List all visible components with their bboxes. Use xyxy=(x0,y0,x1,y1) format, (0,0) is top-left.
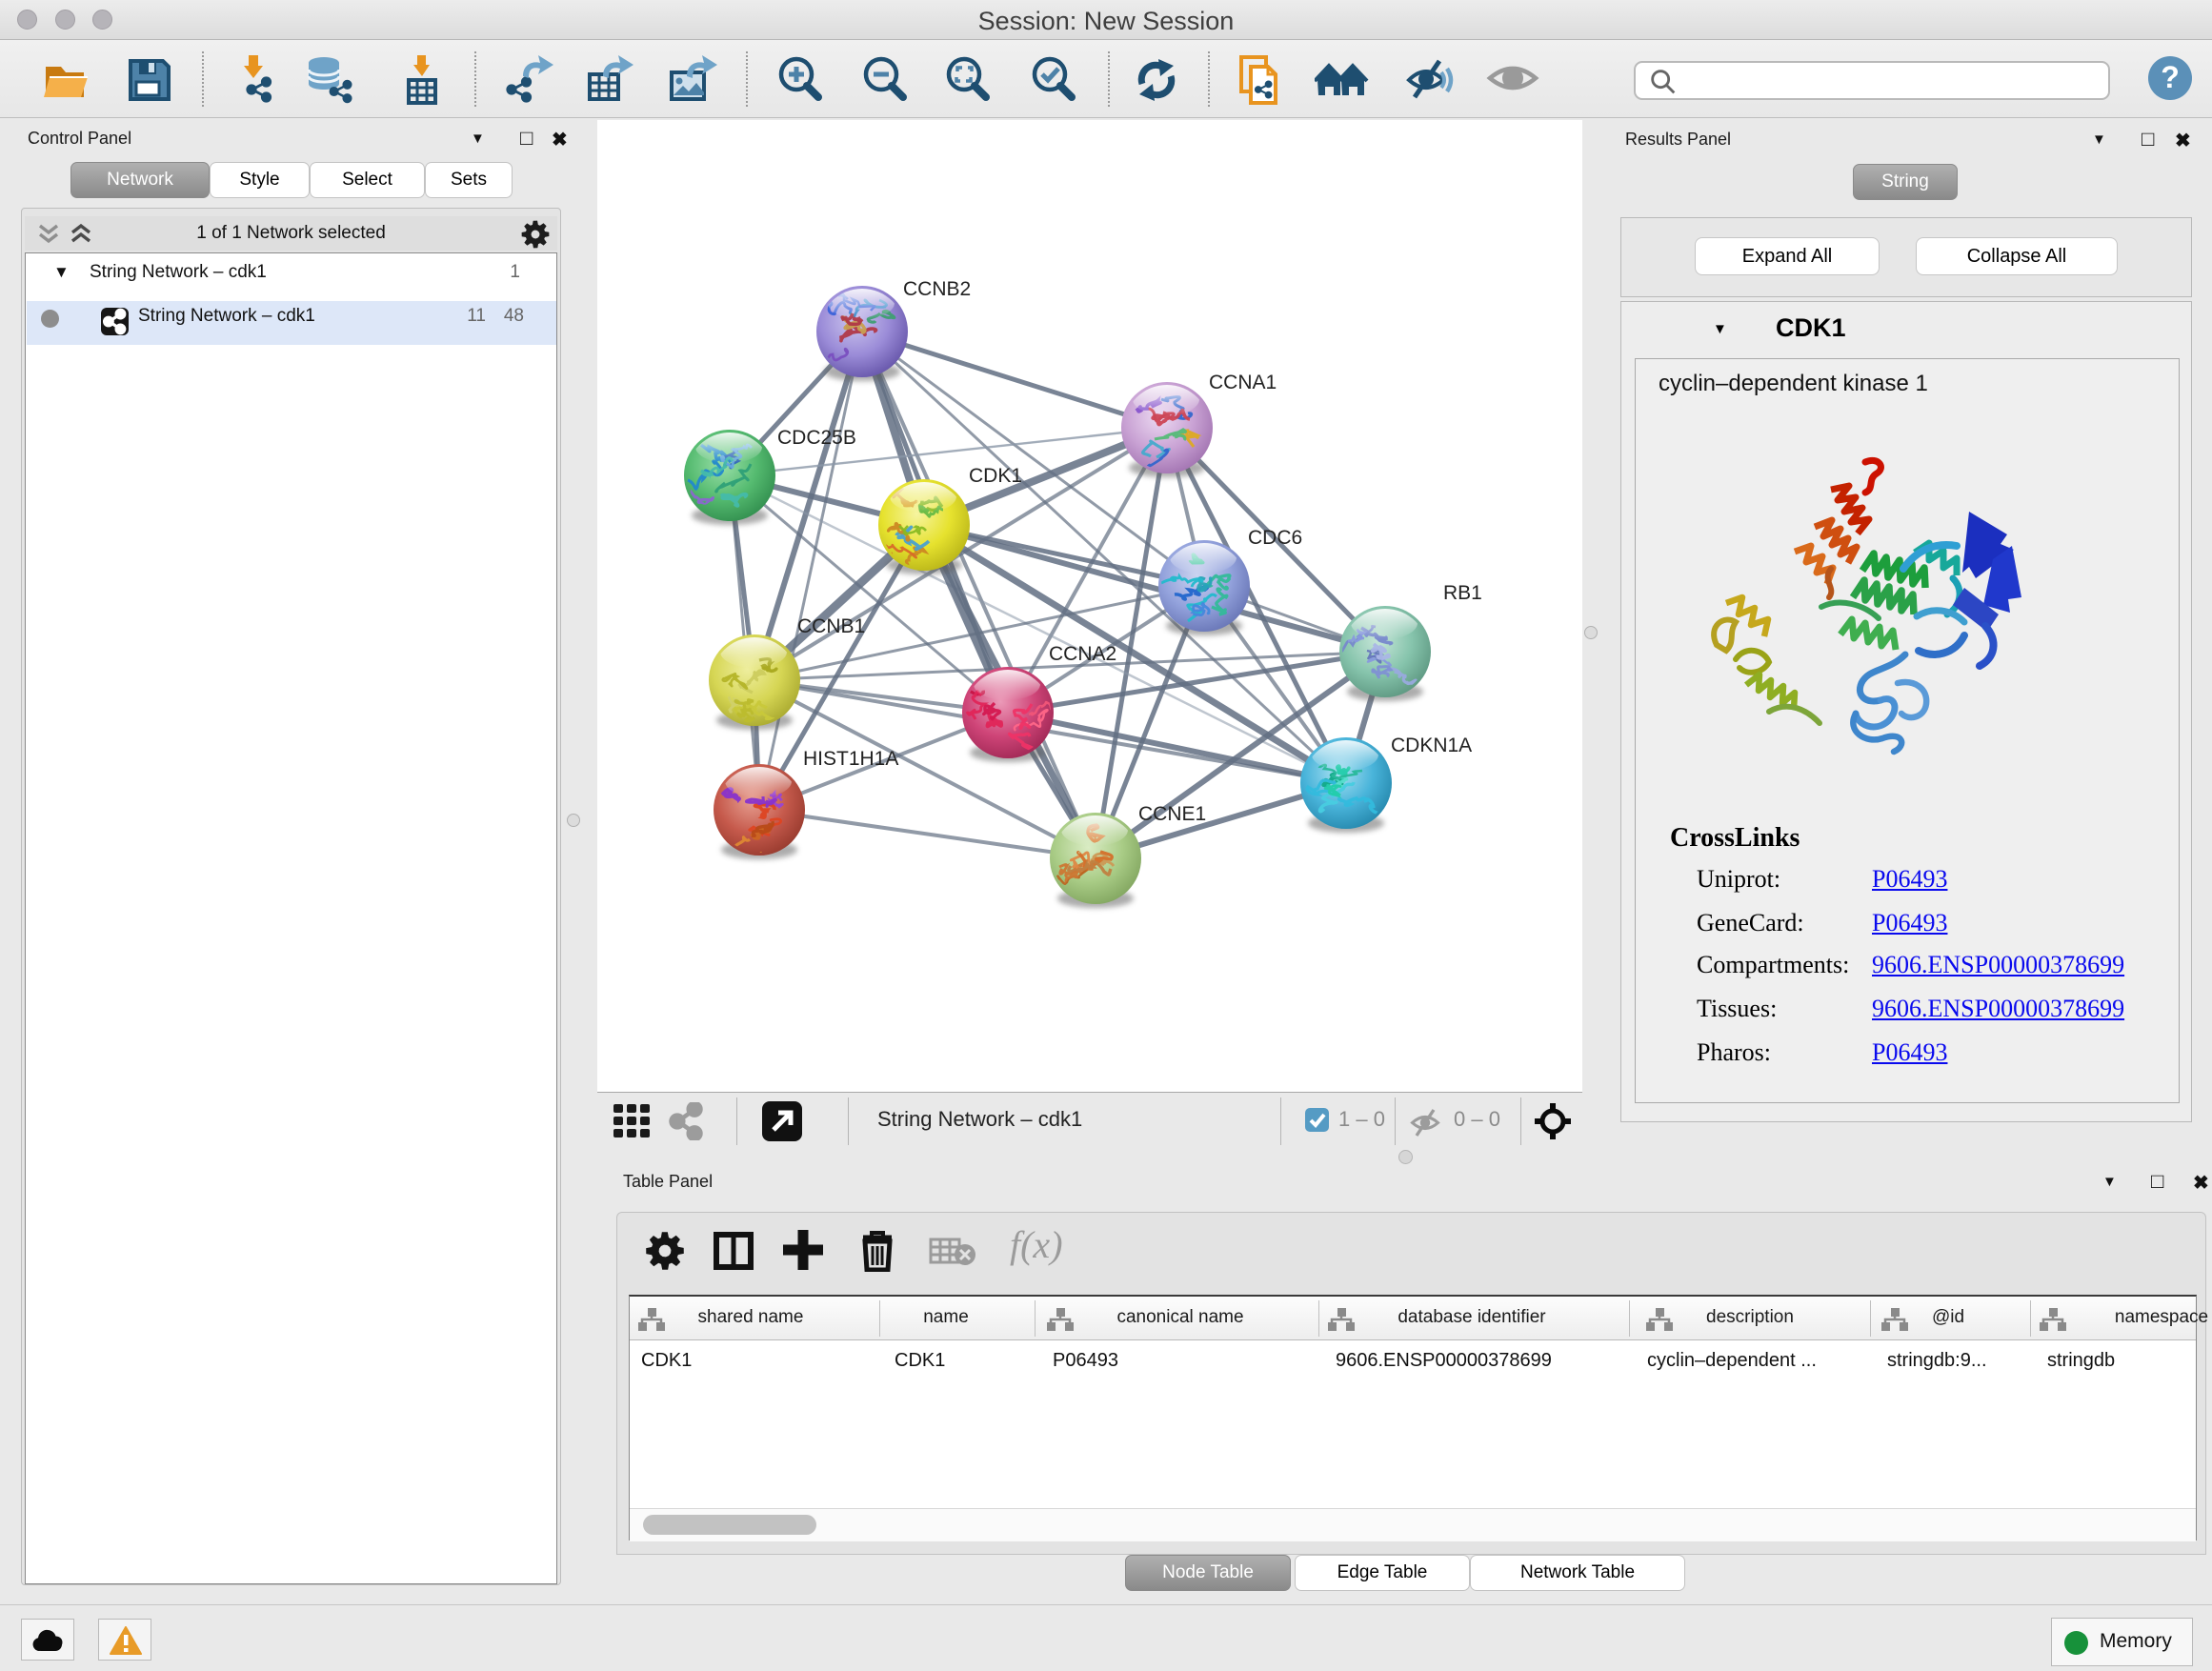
svg-text:CCNB1: CCNB1 xyxy=(797,615,865,637)
svg-text:CDC6: CDC6 xyxy=(1248,527,1302,549)
svg-text:CCNA2: CCNA2 xyxy=(1049,643,1116,665)
svg-text:?: ? xyxy=(2161,60,2180,94)
svg-text:CCNB2: CCNB2 xyxy=(903,278,971,300)
svg-text:HIST1H1A: HIST1H1A xyxy=(803,748,898,770)
svg-text:CCNA1: CCNA1 xyxy=(1209,372,1277,393)
svg-text:CDC25B: CDC25B xyxy=(777,427,856,449)
svg-text:CDK1: CDK1 xyxy=(969,465,1022,487)
svg-text:RB1: RB1 xyxy=(1443,582,1482,604)
svg-text:CCNE1: CCNE1 xyxy=(1138,803,1206,825)
svg-text:CDKN1A: CDKN1A xyxy=(1391,735,1472,756)
